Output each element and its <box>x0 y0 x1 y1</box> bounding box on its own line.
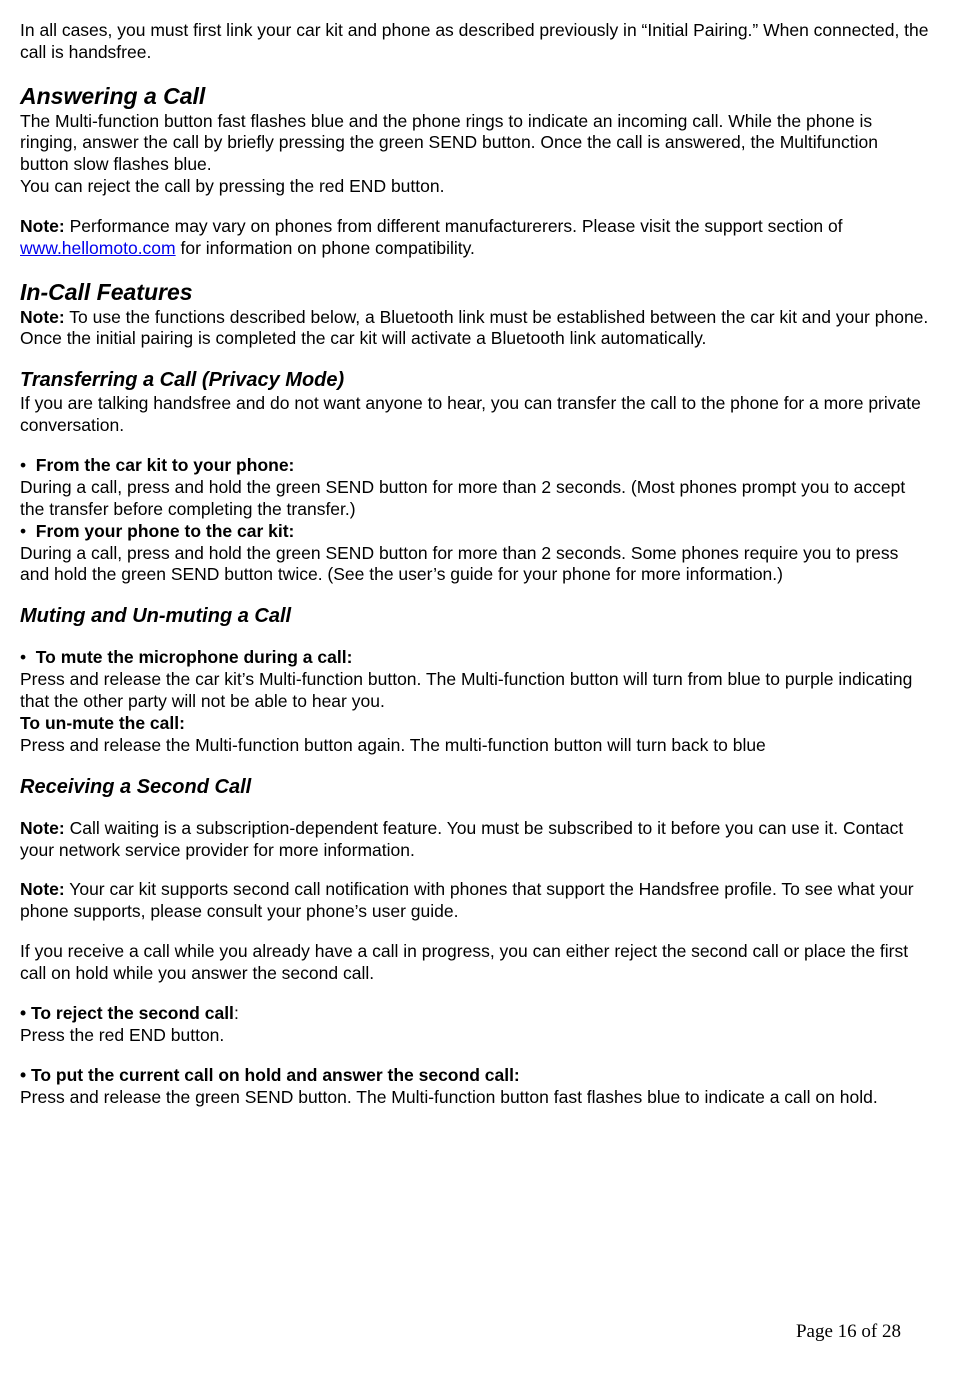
note-text-b: for information on phone compatibility. <box>176 238 475 258</box>
second-b1-text: Press the red END button. <box>20 1025 929 1047</box>
muting-b1-label: To mute the microphone during a call: <box>36 647 353 667</box>
second-b1-label: • To reject the second call <box>20 1003 234 1023</box>
second-note1: Note: Call waiting is a subscription-dep… <box>20 818 929 862</box>
heading-transferring: Transferring a Call (Privacy Mode) <box>20 368 929 393</box>
note-label: Note: <box>20 307 65 327</box>
transfer-b1-head: •From the car kit to your phone: <box>20 455 929 477</box>
incall-note: Note: To use the functions described bel… <box>20 307 929 351</box>
muting-b1-text: Press and release the car kit’s Multi-fu… <box>20 669 929 713</box>
hellomoto-link[interactable]: www.hellomoto.com <box>20 238 176 258</box>
muting-b1-head: •To mute the microphone during a call: <box>20 647 929 669</box>
answering-p2: You can reject the call by pressing the … <box>20 176 929 198</box>
heading-answering: Answering a Call <box>20 82 929 111</box>
transfer-b2-label: From your phone to the car kit: <box>36 521 295 541</box>
muting-b2-label: To un-mute the call: <box>20 713 185 733</box>
incall-note-text: To use the functions described below, a … <box>20 307 928 349</box>
answering-note: Note: Performance may vary on phones fro… <box>20 216 929 260</box>
page-number: Page 16 of 28 <box>796 1320 901 1344</box>
page-content: In all cases, you must first link your c… <box>20 20 929 1362</box>
second-note1-text: Call waiting is a subscription-dependent… <box>20 818 903 860</box>
muting-b2-text: Press and release the Multi-function but… <box>20 735 929 757</box>
heading-incall: In-Call Features <box>20 278 929 307</box>
second-b2-head: • To put the current call on hold and an… <box>20 1065 929 1087</box>
second-note2-text: Your car kit supports second call notifi… <box>20 879 914 921</box>
transfer-b1-label: From the car kit to your phone: <box>36 455 295 475</box>
second-b2-label: • To put the current call on hold and an… <box>20 1065 520 1085</box>
muting-b2-head: To un-mute the call: <box>20 713 929 735</box>
note-label: Note: <box>20 818 65 838</box>
second-note2: Note: Your car kit supports second call … <box>20 879 929 923</box>
second-b1-colon: : <box>234 1003 239 1023</box>
transfer-p1: If you are talking handsfree and do not … <box>20 393 929 437</box>
note-label: Note: <box>20 879 65 899</box>
note-label: Note: <box>20 216 65 236</box>
second-p3: If you receive a call while you already … <box>20 941 929 985</box>
transfer-b1-text: During a call, press and hold the green … <box>20 477 929 521</box>
heading-second-call: Receiving a Second Call <box>20 775 929 800</box>
second-b1-head: • To reject the second call: <box>20 1003 929 1025</box>
transfer-b2-text: During a call, press and hold the green … <box>20 543 929 587</box>
second-b2-text: Press and release the green SEND button.… <box>20 1087 929 1109</box>
answering-p1: The Multi-function button fast flashes b… <box>20 111 929 177</box>
heading-muting: Muting and Un-muting a Call <box>20 604 929 629</box>
transfer-b2-head: •From your phone to the car kit: <box>20 521 929 543</box>
note-text-a: Performance may vary on phones from diff… <box>65 216 843 236</box>
intro-paragraph: In all cases, you must first link your c… <box>20 20 929 64</box>
